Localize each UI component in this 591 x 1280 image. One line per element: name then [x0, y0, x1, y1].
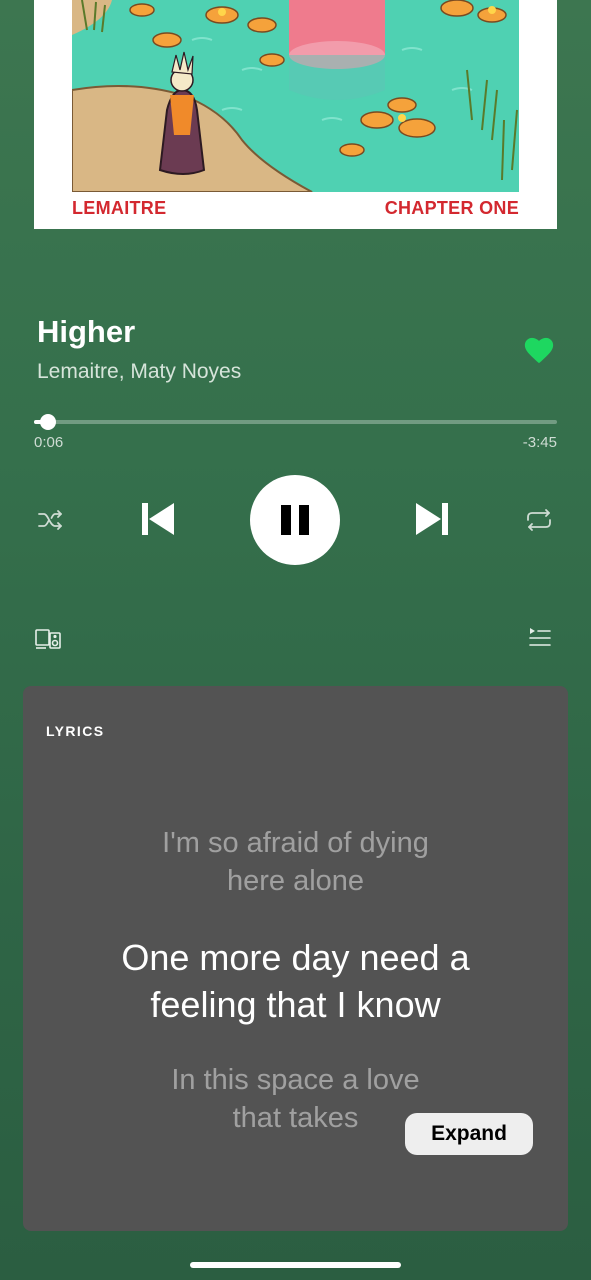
progress-bar[interactable] — [34, 414, 557, 430]
lyric-text: In this space a love — [171, 1064, 420, 1096]
lyric-current-line: One more day need a feeling that I know — [23, 934, 568, 1028]
heart-icon — [524, 337, 554, 364]
devices-icon — [35, 629, 61, 649]
shuffle-button[interactable] — [34, 504, 68, 536]
pause-icon — [281, 505, 309, 535]
album-illustration — [72, 0, 519, 192]
shuffle-icon — [38, 510, 62, 530]
lyric-previous-line: I'm so afraid of dying here alone — [23, 824, 568, 900]
track-artists[interactable]: Lemaitre, Maty Noyes — [37, 360, 241, 384]
expand-lyrics-button[interactable]: Expand — [405, 1113, 533, 1155]
skip-next-icon — [416, 503, 448, 535]
home-indicator[interactable] — [190, 1262, 401, 1268]
album-art: LEMAITRE CHAPTER ONE — [34, 0, 557, 229]
progress-thumb[interactable] — [39, 414, 56, 430]
queue-icon — [529, 628, 551, 646]
lyric-text: One more day need a — [121, 937, 470, 978]
queue-button[interactable] — [527, 625, 553, 651]
skip-previous-icon — [142, 503, 174, 535]
lyrics-card[interactable]: LYRICS I'm so afraid of dying here alone… — [23, 686, 568, 1231]
connect-device-button[interactable] — [33, 625, 63, 653]
album-cover-title: CHAPTER ONE — [384, 198, 519, 218]
lyric-text: feeling that I know — [150, 984, 441, 1025]
album-cover-artist: LEMAITRE — [72, 198, 167, 218]
repeat-button[interactable] — [522, 504, 556, 536]
remaining-time: -3:45 — [522, 434, 557, 451]
next-button[interactable] — [412, 499, 452, 539]
previous-button[interactable] — [138, 499, 178, 539]
like-button[interactable] — [522, 333, 556, 367]
track-title: Higher — [37, 314, 136, 349]
repeat-icon — [527, 509, 551, 531]
lyric-text: here alone — [226, 865, 365, 897]
lyrics-heading: LYRICS — [46, 723, 105, 739]
lyric-text: I'm so afraid of dying — [162, 827, 429, 859]
pause-button[interactable] — [250, 475, 340, 565]
elapsed-time: 0:06 — [34, 434, 64, 451]
